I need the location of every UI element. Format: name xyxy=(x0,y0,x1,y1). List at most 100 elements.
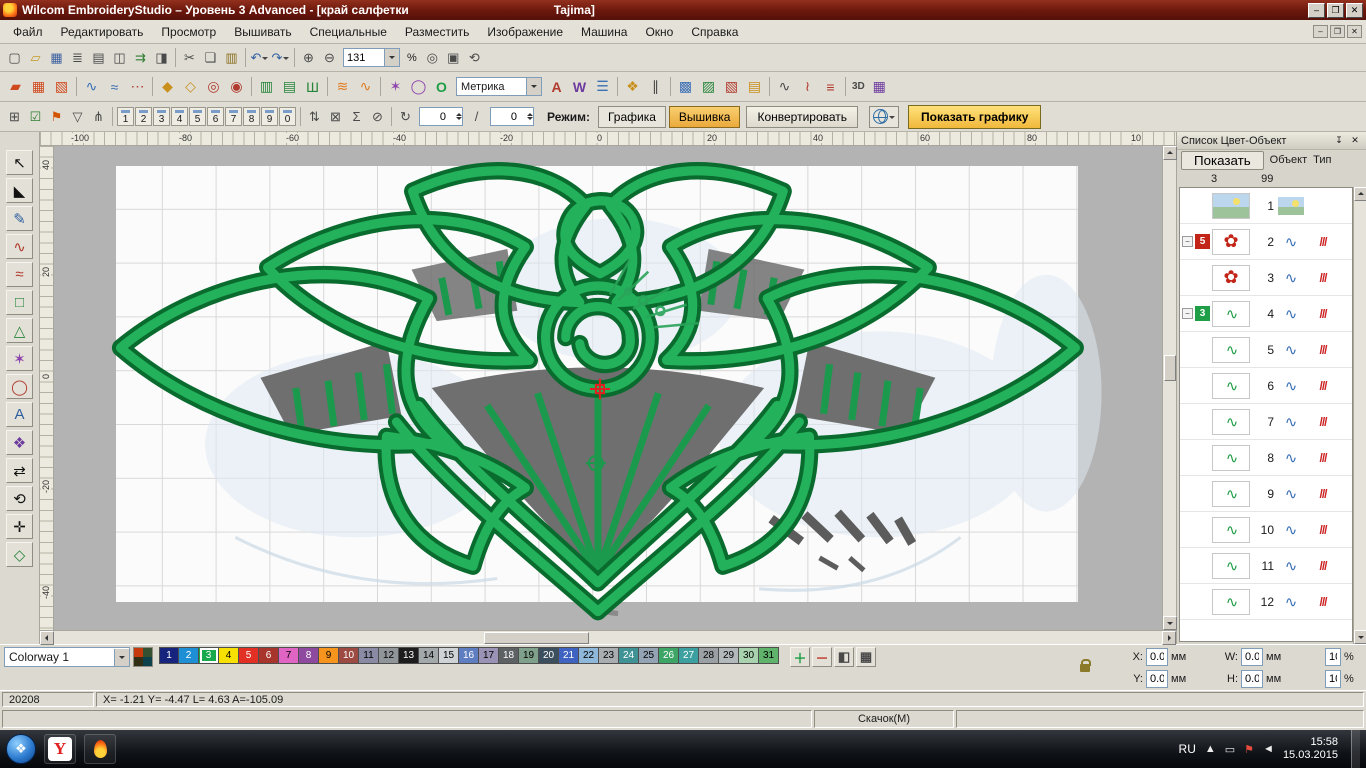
liquid-effect-icon[interactable]: ∿ xyxy=(354,75,377,98)
vector-tool-icon[interactable]: ◇ xyxy=(6,542,33,567)
star-tool-icon[interactable]: ✶ xyxy=(6,346,33,371)
complex-fill-icon[interactable]: ◆ xyxy=(156,75,179,98)
tray-display-icon[interactable]: ▭ xyxy=(1225,743,1235,756)
reshape-tool-icon[interactable]: ✎ xyxy=(6,206,33,231)
rotate-input[interactable] xyxy=(420,111,448,123)
tatami-fill-icon[interactable]: ▦ xyxy=(27,75,50,98)
closest-join-icon[interactable]: ⚑ xyxy=(46,106,67,127)
mirror-tool-icon[interactable]: ⇄ xyxy=(6,458,33,483)
hatch-lines-icon[interactable]: ≡ xyxy=(819,75,842,98)
palette-color-22[interactable]: 22 xyxy=(579,647,599,664)
horizontal-scrollbar[interactable] xyxy=(40,630,1176,644)
stitch-effect-a-icon[interactable]: ▩ xyxy=(674,75,697,98)
lock-proportions-button[interactable] xyxy=(1078,664,1092,672)
slash-icon[interactable]: ⊘ xyxy=(367,106,388,127)
w-field[interactable] xyxy=(1241,648,1263,666)
design-properties-icon[interactable]: ≣ xyxy=(67,47,88,68)
measure-tool-icon[interactable]: ✛ xyxy=(6,514,33,539)
florentine-effect-icon[interactable]: ≋ xyxy=(331,75,354,98)
backstitch-icon[interactable]: ⋯ xyxy=(126,75,149,98)
spiral-fill-icon[interactable]: ◉ xyxy=(225,75,248,98)
motif-fill-icon[interactable]: ▧ xyxy=(50,75,73,98)
palette-color-30[interactable]: 30 xyxy=(739,647,759,664)
menu-item-6[interactable]: Разместить xyxy=(396,22,479,42)
app-taskbar-button[interactable] xyxy=(84,734,116,764)
edit-color-button[interactable]: ◧ xyxy=(834,647,854,667)
palette-color-23[interactable]: 23 xyxy=(599,647,619,664)
column-a-icon[interactable]: ▥ xyxy=(255,75,278,98)
fusion-fill-icon[interactable]: ◇ xyxy=(179,75,202,98)
object-list-row[interactable]: ∿7∿/// xyxy=(1180,404,1352,440)
redo-icon[interactable]: ↷ xyxy=(270,47,291,68)
outline-run-icon[interactable]: ∿ xyxy=(80,75,103,98)
select-tool-icon[interactable]: ↖ xyxy=(6,150,33,175)
object-list-row[interactable]: ✿3∿/// xyxy=(1180,260,1352,296)
palette-color-3[interactable]: 3 xyxy=(199,647,219,664)
print-icon[interactable]: ▤ xyxy=(88,47,109,68)
zoom-in-icon[interactable]: ⊕ xyxy=(298,47,319,68)
ring-fill-icon[interactable]: ◯ xyxy=(407,75,430,98)
skew-icon[interactable]: / xyxy=(466,106,487,127)
more-effects-icon[interactable]: ▦ xyxy=(868,75,891,98)
object-list-row[interactable]: ∿5∿/// xyxy=(1180,332,1352,368)
palette-color-2[interactable]: 2 xyxy=(179,647,199,664)
grid-select-icon[interactable]: ⊞ xyxy=(4,106,25,127)
hoop-button[interactable] xyxy=(869,106,899,128)
scroll-down-button[interactable] xyxy=(1163,616,1177,630)
stitch-preset-7-button[interactable]: 7 xyxy=(225,107,242,126)
manual-stitch-tool-icon[interactable]: ∿ xyxy=(6,234,33,259)
colorway-dropdown-arrow[interactable] xyxy=(114,649,129,666)
stitch-preset-9-button[interactable]: 9 xyxy=(261,107,278,126)
show-desktop-button[interactable] xyxy=(1351,730,1360,768)
remove-color-button[interactable]: － xyxy=(812,647,832,667)
stitch-preset-1-button[interactable]: 1 xyxy=(117,107,134,126)
sum-stitches-icon[interactable]: Σ xyxy=(346,106,367,127)
palette-color-13[interactable]: 13 xyxy=(399,647,419,664)
stitch-effect-c-icon[interactable]: ▧ xyxy=(720,75,743,98)
object-list-row[interactable]: ∿8∿/// xyxy=(1180,440,1352,476)
palette-color-14[interactable]: 14 xyxy=(419,647,439,664)
palette-color-5[interactable]: 5 xyxy=(239,647,259,664)
satin-stitch-icon[interactable]: ▰ xyxy=(4,75,27,98)
palette-color-26[interactable]: 26 xyxy=(659,647,679,664)
rotate-icon[interactable]: ↻ xyxy=(395,106,416,127)
lettering-icon[interactable]: A xyxy=(545,75,568,98)
design-canvas[interactable] xyxy=(54,146,1162,630)
applique-tool-icon[interactable]: ❖ xyxy=(6,430,33,455)
zoom-1to1-icon[interactable]: ◎ xyxy=(422,47,443,68)
h-field[interactable] xyxy=(1241,670,1263,688)
skew-field[interactable] xyxy=(490,107,534,126)
print-preview-icon[interactable]: ◫ xyxy=(109,47,130,68)
monogram-icon[interactable]: W xyxy=(568,75,591,98)
lettering-tool-icon[interactable]: A xyxy=(6,402,33,427)
palette-color-20[interactable]: 20 xyxy=(539,647,559,664)
y-field[interactable] xyxy=(1146,670,1168,688)
stitch-effect-b-icon[interactable]: ▨ xyxy=(697,75,720,98)
menu-item-2[interactable]: Редактировать xyxy=(52,22,153,42)
start-button[interactable]: ❖ xyxy=(6,734,36,764)
add-color-button[interactable]: ＋ xyxy=(790,647,810,667)
cut-icon[interactable]: ✂ xyxy=(179,47,200,68)
stitch-preset-4-button[interactable]: 4 xyxy=(171,107,188,126)
panel-scroll-up-button[interactable] xyxy=(1354,187,1366,201)
palette-color-7[interactable]: 7 xyxy=(279,647,299,664)
mdi-minimize-button[interactable]: – xyxy=(1313,25,1328,38)
zoom-out-icon[interactable]: ⊖ xyxy=(319,47,340,68)
closed-shape-tool-icon[interactable]: □ xyxy=(6,290,33,315)
copy-icon[interactable]: ❏ xyxy=(200,47,221,68)
triple-run-icon[interactable]: ≈ xyxy=(103,75,126,98)
stitch-preset-8-button[interactable]: 8 xyxy=(243,107,260,126)
palette-color-9[interactable]: 9 xyxy=(319,647,339,664)
menu-item-9[interactable]: Окно xyxy=(636,22,682,42)
x-field[interactable] xyxy=(1146,648,1168,666)
palette-color-21[interactable]: 21 xyxy=(559,647,579,664)
undo-icon[interactable]: ↶ xyxy=(249,47,270,68)
dropdown-arrow-icon[interactable] xyxy=(283,57,289,63)
menu-item-3[interactable]: Просмотр xyxy=(152,22,225,42)
open-object-icon[interactable]: O xyxy=(430,75,453,98)
auto-underlay-icon[interactable]: ☑ xyxy=(25,106,46,127)
palette-color-19[interactable]: 19 xyxy=(519,647,539,664)
menu-item-1[interactable]: Файл xyxy=(4,22,52,42)
object-list-row[interactable]: −3∿4∿/// xyxy=(1180,296,1352,332)
applique-icon[interactable]: ❖ xyxy=(621,75,644,98)
